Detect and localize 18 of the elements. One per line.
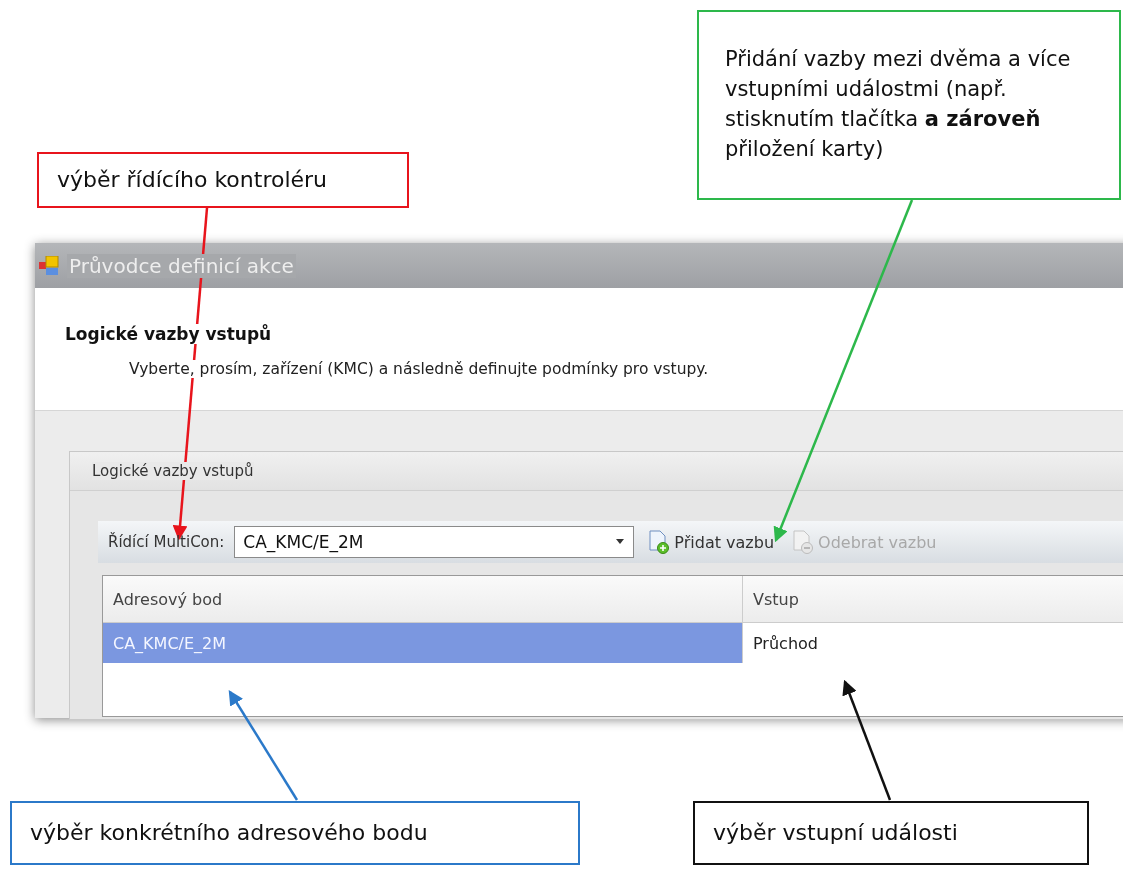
controller-dropdown[interactable]: CA_KMC/E_2M bbox=[234, 526, 635, 558]
table-cell[interactable]: Průchod bbox=[743, 623, 1123, 663]
column-header[interactable]: Adresový bod bbox=[103, 576, 743, 622]
callout-box: výběr řídícího kontroléru bbox=[37, 152, 409, 208]
page-title: Logické vazby vstupů bbox=[65, 324, 272, 345]
add-link-button[interactable]: Přidat vazbu bbox=[644, 528, 779, 556]
app-icon bbox=[39, 255, 61, 276]
window-title: Průvodce definicí akce bbox=[67, 253, 296, 278]
document-add-icon bbox=[648, 530, 671, 554]
document-remove-icon bbox=[792, 530, 815, 554]
column-header[interactable]: Vstup bbox=[743, 576, 1123, 622]
callout-box: výběr vstupní události bbox=[693, 801, 1089, 865]
caret-icon bbox=[615, 539, 626, 545]
page-subtitle: Vyberte, prosím, zařízení (KMC) a následně definujte podmínky pro vstupy. bbox=[129, 360, 709, 379]
callout-box: Přidání vazby mezi dvěma a více vstupními událostmi (např. stisknutím tlačítka a zároveň přiložení karty) bbox=[697, 10, 1121, 200]
controller-label: Řídící MultiCon: bbox=[108, 533, 225, 551]
group-title: Logické vazby vstupů bbox=[92, 462, 254, 480]
callout-box: výběr konkrétního adresového bodu bbox=[10, 801, 580, 865]
